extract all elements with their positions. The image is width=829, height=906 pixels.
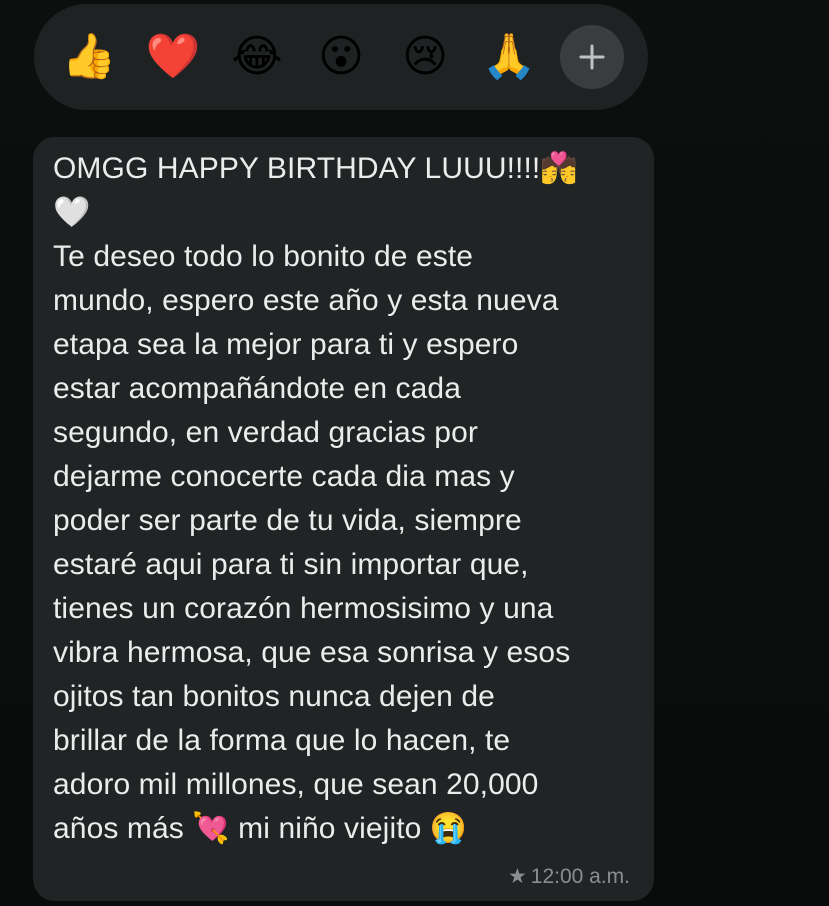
reaction-tears-of-joy[interactable]: 😂 (228, 28, 286, 86)
message-text: OMGG HAPPY BIRTHDAY LUUU!!!!💏 🤍 Te deseo… (53, 152, 578, 845)
message-meta: ★ 12:00 a.m. (508, 864, 630, 889)
star-icon: ★ (507, 865, 527, 888)
reaction-crying-face[interactable]: 😢 (396, 28, 454, 86)
reaction-open-mouth[interactable]: 😮 (312, 28, 370, 86)
reaction-picker: 👍 ❤️ 😂 😮 😢 🙏 (34, 4, 648, 110)
reaction-thumbs-up[interactable]: 👍 (60, 28, 118, 86)
more-reactions-button[interactable] (560, 25, 624, 89)
message-bubble[interactable]: OMGG HAPPY BIRTHDAY LUUU!!!!💏 🤍 Te deseo… (33, 137, 654, 901)
reaction-folded-hands[interactable]: 🙏 (480, 28, 538, 86)
message-time: 12:00 a.m. (530, 864, 630, 888)
reaction-red-heart[interactable]: ❤️ (144, 28, 202, 86)
plus-icon (579, 44, 605, 70)
